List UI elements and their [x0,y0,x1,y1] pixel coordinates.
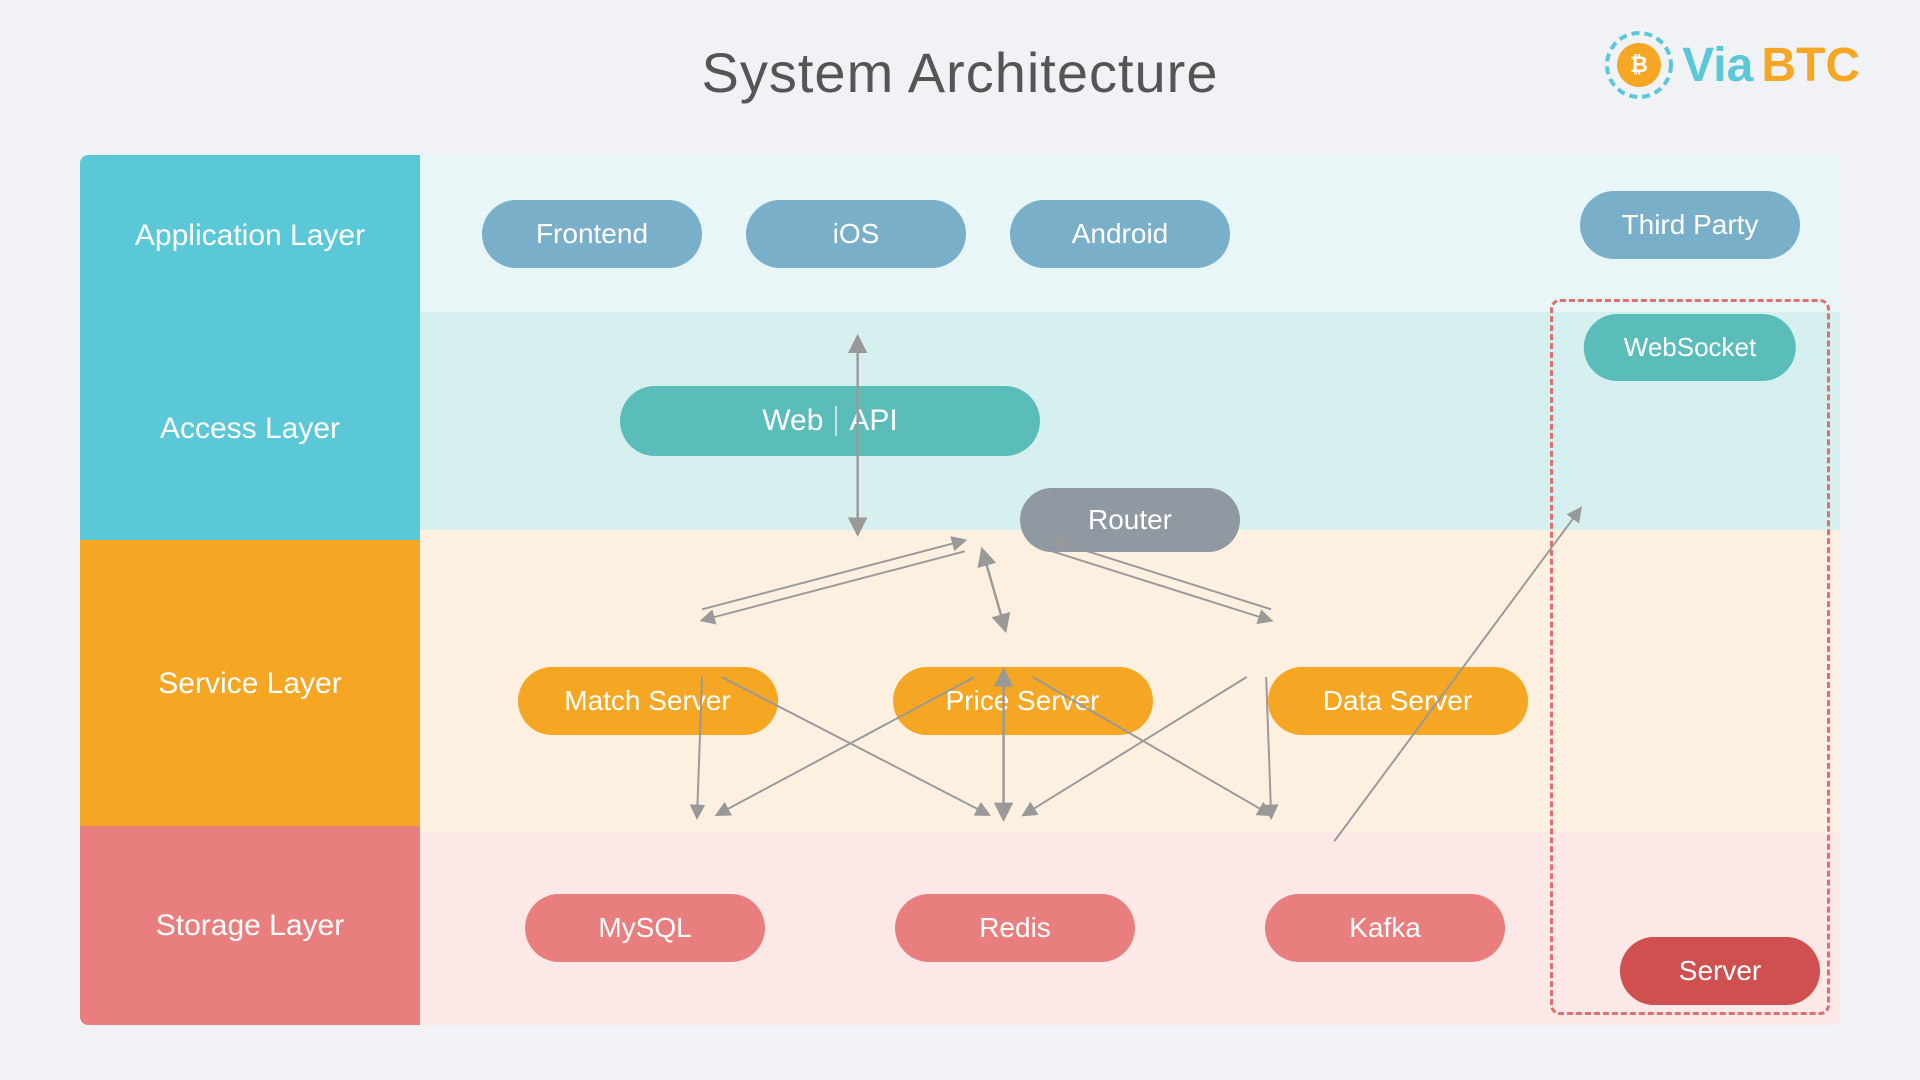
label-application: Application Layer [80,155,420,317]
frontend-pill: Frontend [482,200,702,268]
label-service: Service Layer [80,540,420,826]
application-row: Frontend iOS Android [420,155,1840,312]
redis-pill: Redis [895,894,1135,962]
android-pill: Android [1010,200,1230,268]
router-container: Router [420,488,1840,552]
data-server-pill: Data Server [1268,667,1528,735]
labels-column: Application Layer Access Layer Service L… [80,155,420,1025]
logo-via: Via [1682,38,1753,93]
label-access: Access Layer [80,317,420,541]
api-label: API [849,404,897,438]
logo-btc: BTC [1761,38,1860,93]
svg-text:₿: ₿ [1630,52,1648,77]
mysql-pill: MySQL [525,894,765,962]
logo-icon: ₿ [1604,30,1674,100]
ios-pill: iOS [746,200,966,268]
service-row: Router Match Server Price Server Data Se… [420,530,1840,832]
web-api-pill: Web API [620,386,1040,456]
server-pill: Server [1620,937,1820,1005]
label-storage: Storage Layer [80,826,420,1025]
server-container: Server [1620,937,1820,1005]
match-server-pill: Match Server [518,667,778,735]
kafka-pill: Kafka [1265,894,1505,962]
page-container: { "title": "System Architecture", "logo"… [0,0,1920,1080]
price-server-pill: Price Server [893,667,1153,735]
web-label: Web [762,404,823,438]
divider [835,406,837,436]
logo: ₿ ViaBTC [1604,30,1860,100]
router-pill: Router [1020,488,1240,552]
